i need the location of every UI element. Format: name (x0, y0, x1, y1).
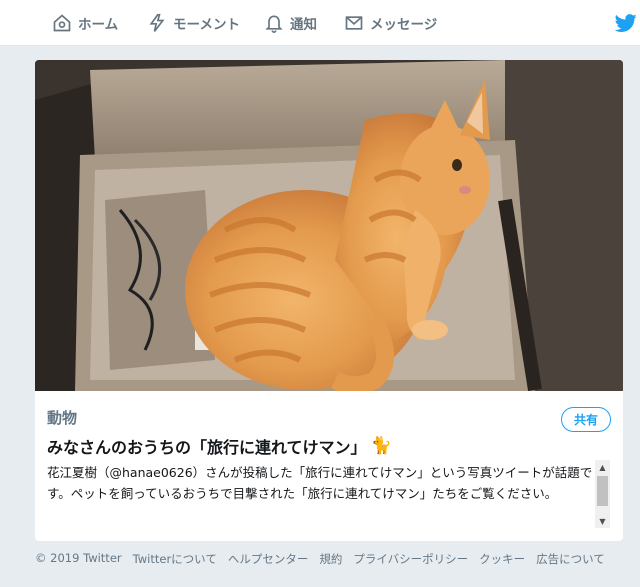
scroll-up-arrow-icon[interactable]: ▲ (595, 460, 610, 474)
nav-messages[interactable]: メッセージ (344, 0, 437, 46)
nav-moments-label: モーメント (173, 17, 240, 33)
top-navigation-bar: ホーム モーメント 通知 メッセージ (0, 0, 640, 46)
lightning-icon (149, 13, 165, 32)
footer-link-privacy[interactable]: プライバシーポリシー (353, 551, 468, 567)
envelope-icon (345, 16, 363, 30)
nav-home[interactable]: ホーム (52, 0, 118, 46)
nav-notifications-label: 通知 (290, 17, 317, 33)
twitter-bird-icon[interactable] (614, 12, 638, 34)
bell-icon (265, 15, 283, 33)
share-button[interactable]: 共有 (561, 407, 611, 432)
moment-title[interactable]: みなさんのおうちの「旅行に連れてけマン」 🐈 (47, 434, 392, 458)
footer-link-help[interactable]: ヘルプセンター (228, 551, 309, 567)
cat-in-suitcase-photo[interactable] (35, 60, 623, 391)
footer-link-ads[interactable]: 広告について (536, 551, 605, 567)
nav-moments[interactable]: モーメント (147, 0, 240, 46)
scroll-down-arrow-icon[interactable]: ▼ (595, 514, 610, 528)
category-label: 動物 (47, 409, 78, 427)
description-scrollbar[interactable]: ▲ ▼ (595, 460, 610, 528)
cat-emoji: 🐈 (370, 436, 392, 456)
nav-messages-label: メッセージ (370, 17, 438, 33)
moment-card[interactable]: 動物 共有 みなさんのおうちの「旅行に連れてけマン」 🐈 花江夏樹（@hanae… (35, 60, 623, 541)
photo-illustration (35, 60, 623, 391)
nav-home-label: ホーム (78, 17, 119, 33)
footer-copyright: © 2019 Twitter (35, 551, 122, 565)
moment-title-text: みなさんのおうちの「旅行に連れてけマン」 (47, 438, 367, 457)
moment-description: 花江夏樹（@hanae0626）さんが投稿した「旅行に連れてけマン」という写真ツ… (47, 465, 593, 501)
footer-link-cookies[interactable]: クッキー (479, 551, 525, 567)
footer: © 2019 Twitter Twitterについて ヘルプセンター 規約 プラ… (35, 551, 635, 567)
footer-link-terms[interactable]: 規約 (319, 551, 342, 567)
footer-link-about[interactable]: Twitterについて (133, 551, 217, 567)
scrollbar-thumb[interactable] (597, 476, 608, 506)
nav-notifications[interactable]: 通知 (264, 0, 317, 46)
home-icon (53, 14, 71, 32)
